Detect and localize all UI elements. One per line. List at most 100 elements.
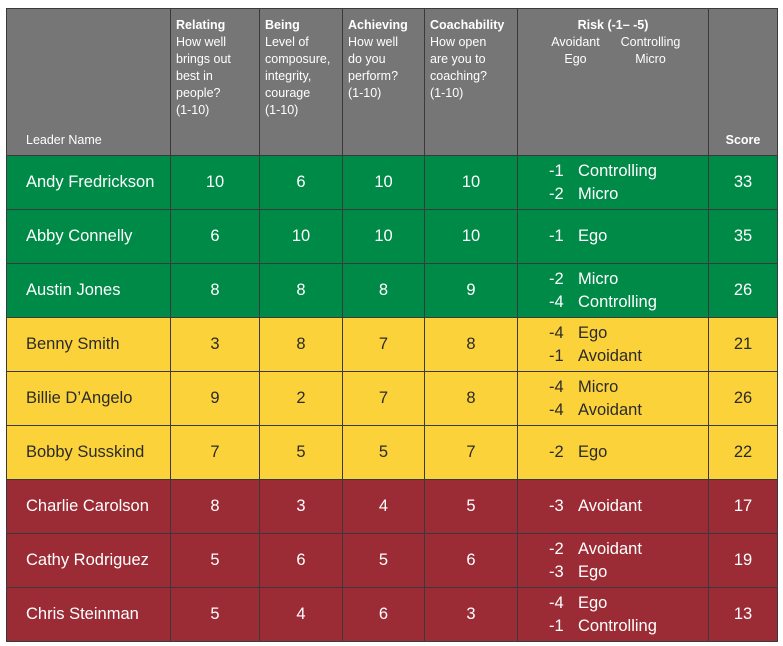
risk-type: Controlling	[578, 161, 657, 180]
risk-type: Ego	[578, 562, 608, 581]
being-cell: 8	[259, 317, 343, 372]
risk-cell: -2 Ego	[517, 425, 709, 480]
being-cell: 3	[259, 479, 343, 534]
risk-type: Ego	[578, 593, 608, 612]
achieving-cell: 6	[342, 587, 425, 642]
achieving-cell: 7	[342, 371, 425, 426]
risk-type-avoidant: Avoidant	[551, 35, 600, 49]
risk-value: -2	[549, 184, 564, 203]
risk-entry: -4 Ego	[549, 592, 708, 615]
table-row: Charlie Carolson 8 3 4 5 -3 Avoidant 17	[6, 479, 778, 534]
risk-entry: -3 Ego	[549, 561, 708, 584]
risk-cell: -4 Micro -4 Avoidant	[517, 371, 709, 426]
risk-type: Avoidant	[578, 539, 642, 558]
coachability-cell: 9	[424, 263, 518, 318]
risk-cell: -2 Avoidant -3 Ego	[517, 533, 709, 588]
leader-name-cell: Cathy Rodriguez	[6, 533, 171, 588]
achieving-cell: 10	[342, 155, 425, 210]
risk-value: -2	[549, 443, 564, 461]
score-cell: 26	[708, 263, 778, 318]
coachability-desc-3: coaching?	[430, 69, 487, 83]
relating-cell: 3	[170, 317, 260, 372]
achieving-cell: 7	[342, 317, 425, 372]
risk-value: -4	[549, 593, 564, 612]
achieving-desc-2: do you	[348, 52, 386, 66]
coachability-title: Coachability	[430, 18, 505, 32]
table-body: Andy Fredrickson 10 6 10 10 -1 Controlling -2 Mi…	[6, 155, 778, 642]
achieving-desc-1: How well	[348, 35, 399, 49]
being-cell: 4	[259, 587, 343, 642]
relating-header: Relating How well brings out best in peo…	[170, 8, 260, 156]
relating-cell: 6	[170, 209, 260, 264]
header-row: Leader Name Relating How well brings out…	[6, 8, 778, 156]
risk-value: -2	[549, 269, 564, 288]
coachability-desc-2: are you to	[430, 52, 486, 66]
risk-cell: -3 Avoidant	[517, 479, 709, 534]
coachability-cell: 7	[424, 425, 518, 480]
score-header: Score	[708, 8, 778, 156]
risk-entry: -1 Avoidant	[549, 345, 708, 368]
being-desc-3: integrity,	[265, 69, 312, 83]
risk-type: Ego	[578, 227, 608, 245]
being-cell: 6	[259, 533, 343, 588]
risk-value: -4	[549, 400, 564, 419]
risk-header: Risk (-1– -5) Avoidant Controlling Ego M…	[517, 8, 709, 156]
leader-name-cell: Austin Jones	[6, 263, 171, 318]
leader-name-cell: Chris Steinman	[6, 587, 171, 642]
coachability-cell: 8	[424, 371, 518, 426]
relating-cell: 5	[170, 587, 260, 642]
leader-name-cell: Andy Fredrickson	[6, 155, 171, 210]
risk-type: Micro	[578, 269, 619, 288]
risk-type: Ego	[578, 443, 608, 461]
being-cell: 2	[259, 371, 343, 426]
being-desc-1: Level of	[265, 35, 309, 49]
risk-value: -3	[549, 562, 564, 581]
relating-cell: 8	[170, 263, 260, 318]
table-row: Cathy Rodriguez 5 6 5 6 -2 Avoidant -3 Ego 19	[6, 533, 778, 588]
risk-type: Avoidant	[578, 400, 642, 419]
risk-entry: -4 Avoidant	[549, 399, 708, 422]
table-row: Billie D’Angelo 9 2 7 8 -4 Micro -4 Avoidant 26	[6, 371, 778, 426]
relating-cell: 9	[170, 371, 260, 426]
leader-assessment-table: Leader Name Relating How well brings out…	[6, 8, 778, 642]
risk-entry: -2 Micro	[549, 268, 708, 291]
coachability-cell: 3	[424, 587, 518, 642]
relating-desc-5: (1-10)	[176, 103, 210, 117]
risk-value: -1	[549, 161, 564, 180]
table-row: Abby Connelly 6 10 10 10 -1 Ego 35	[6, 209, 778, 264]
relating-cell: 5	[170, 533, 260, 588]
score-cell: 26	[708, 371, 778, 426]
risk-type: Micro	[578, 184, 619, 203]
risk-type: Avoidant	[578, 497, 642, 515]
risk-type-micro: Micro	[635, 52, 666, 66]
risk-type: Controlling	[578, 616, 657, 635]
risk-value: -1	[549, 616, 564, 635]
being-cell: 6	[259, 155, 343, 210]
relating-desc-3: best in	[176, 69, 213, 83]
risk-type: Micro	[578, 377, 619, 396]
being-desc-2: composure,	[265, 52, 331, 66]
achieving-cell: 8	[342, 263, 425, 318]
coachability-cell: 6	[424, 533, 518, 588]
leader-name-header: Leader Name	[6, 8, 171, 156]
coachability-cell: 8	[424, 317, 518, 372]
risk-value: -4	[549, 323, 564, 342]
score-cell: 19	[708, 533, 778, 588]
risk-value: -2	[549, 539, 564, 558]
risk-entry: -4 Controlling	[549, 291, 708, 314]
achieving-desc-3: perform?	[348, 69, 399, 83]
leader-name-cell: Benny Smith	[6, 317, 171, 372]
risk-value: -4	[549, 377, 564, 396]
achieving-cell: 10	[342, 209, 425, 264]
leader-name-cell: Billie D’Angelo	[6, 371, 171, 426]
risk-type-ego: Ego	[564, 52, 587, 66]
score-header-label: Score	[725, 133, 761, 147]
leader-name-cell: Charlie Carolson	[6, 479, 171, 534]
table-row: Andy Fredrickson 10 6 10 10 -1 Controlling -2 Mi…	[6, 155, 778, 210]
being-desc-4: courage	[265, 86, 311, 100]
score-cell: 33	[708, 155, 778, 210]
achieving-desc-4: (1-10)	[348, 86, 382, 100]
risk-cell: -4 Ego -1 Avoidant	[517, 317, 709, 372]
achieving-header: Achieving How well do you perform? (1-10…	[342, 8, 425, 156]
risk-entry: -2 Avoidant	[549, 538, 708, 561]
